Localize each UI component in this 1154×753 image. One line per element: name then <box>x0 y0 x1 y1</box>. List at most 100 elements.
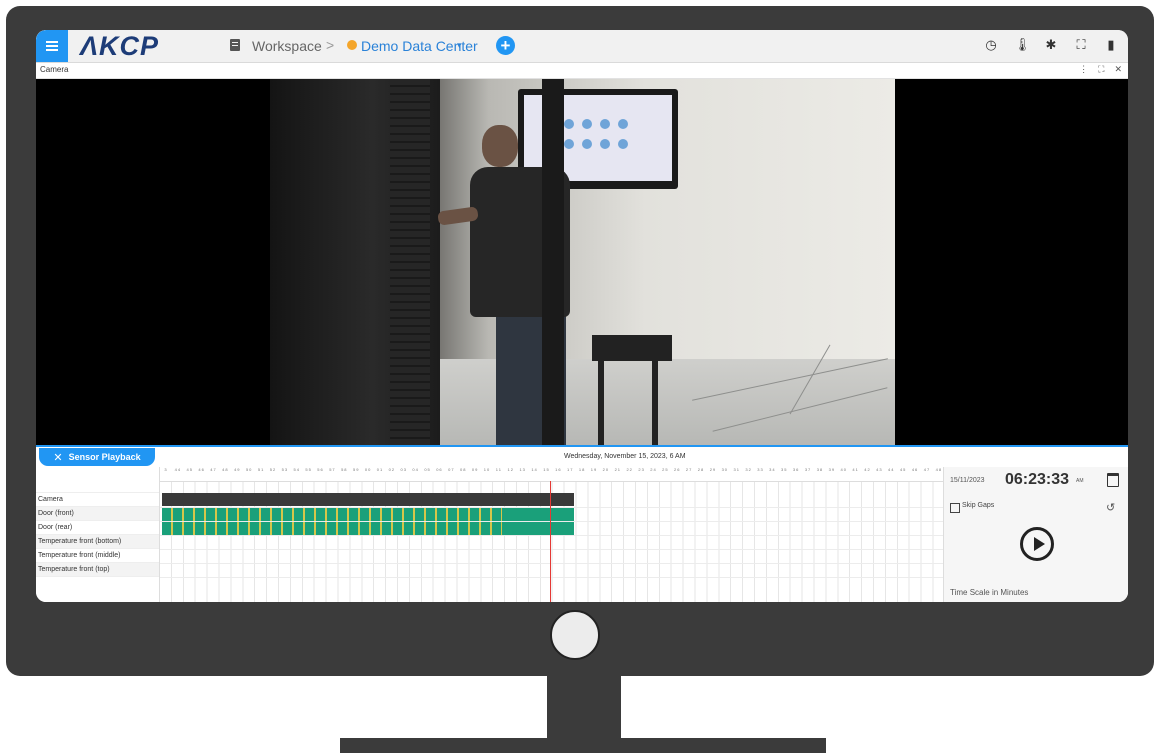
monitor-stand-base <box>340 738 826 753</box>
camera-pole <box>542 79 564 445</box>
breadcrumb-workspace[interactable]: Workspace <box>252 38 322 54</box>
video-frame <box>270 79 895 445</box>
minute-tick: 32 <box>745 467 752 472</box>
timeline-grid[interactable]: 3 44 45 46 47 48 49 50 51 52 53 54 55 56 57 58 59 00 01 02 0… <box>159 467 944 602</box>
minute-tick: 43 <box>876 467 883 472</box>
user-icon[interactable]: ▮ <box>1104 37 1118 53</box>
clock-icon[interactable]: ◷ <box>984 37 998 53</box>
camera-video[interactable] <box>36 79 1128 445</box>
screen: ΛKCP Workspace > Demo Data Center ▾ + ◷ … <box>36 30 1128 602</box>
person-head <box>482 125 518 167</box>
minute-tick: 49 <box>234 467 241 472</box>
play-button[interactable] <box>1020 527 1054 561</box>
playback-controls: 15/11/2023 06:23:33 AM Skip Gaps ↺ Time … <box>943 467 1128 602</box>
minute-tick: 30 <box>721 467 729 472</box>
camera-panel-header: Camera ⋮ ⛶ ✕ <box>36 63 1128 79</box>
expand-icon[interactable]: ⛶ <box>1098 64 1104 75</box>
monitor-stand-neck <box>547 676 621 740</box>
minute-tick: 21 <box>614 467 622 472</box>
minute-tick: 26 <box>674 467 681 472</box>
menu-button[interactable] <box>36 30 68 62</box>
add-button[interactable]: + <box>496 36 515 55</box>
cart-top <box>592 335 672 361</box>
bug-icon[interactable]: ✱ <box>1044 37 1058 53</box>
minute-tick: 31 <box>733 467 740 472</box>
chevron-down-icon[interactable]: ▾ <box>457 40 462 51</box>
minute-tick: 17 <box>567 467 574 472</box>
minute-tick: 10 <box>483 467 491 472</box>
minute-tick: 46 <box>911 467 919 472</box>
minute-tick: 08 <box>459 467 467 472</box>
playback-cursor[interactable] <box>550 481 551 602</box>
minute-tick: 00 <box>364 467 372 472</box>
door-front-events <box>162 508 502 521</box>
minute-tick: 39 <box>828 467 836 472</box>
minute-tick: 20 <box>602 467 610 472</box>
sensor-row-label[interactable]: Door (rear) <box>36 521 159 535</box>
breadcrumb-separator: > <box>326 37 335 53</box>
monitor-frame: ΛKCP Workspace > Demo Data Center ▾ + ◷ … <box>6 6 1154 676</box>
sensor-row-label[interactable]: Camera <box>36 493 159 507</box>
minute-tick: 3 <box>164 467 168 472</box>
sensor-playback-label: Sensor Playback <box>68 452 141 462</box>
tv-icon <box>582 119 592 129</box>
sensor-playback-tab[interactable]: ✕ Sensor Playback <box>39 448 155 466</box>
camera-panel-title: Camera <box>40 65 69 74</box>
fullscreen-icon[interactable]: ⛶ <box>1074 37 1088 53</box>
close-icon[interactable]: ✕ <box>1114 64 1122 75</box>
server-rack-door <box>390 79 430 445</box>
minute-tick: 34 <box>769 467 776 472</box>
logo: ΛKCP <box>80 31 160 61</box>
minute-tick: 05 <box>424 467 431 472</box>
grid-row-line <box>160 563 944 564</box>
sensor-row-label[interactable]: Temperature front (top) <box>36 563 159 577</box>
minute-tick: 42 <box>864 467 871 472</box>
minute-tick: 56 <box>317 467 324 472</box>
minute-tick: 14 <box>531 467 538 472</box>
sensor-row-label[interactable]: Temperature front (bottom) <box>36 535 159 549</box>
minute-tick: 46 <box>198 467 205 472</box>
top-icons: ◷ 🌡︎ ✱ ⛶ ▮ <box>984 37 1118 53</box>
history-icon[interactable]: ↺ <box>1106 501 1115 514</box>
playback-date[interactable]: 15/11/2023 <box>950 477 985 484</box>
minute-tick: 55 <box>305 467 312 472</box>
minute-tick: 58 <box>341 467 348 472</box>
time-scale-label[interactable]: Time Scale in Minutes <box>950 588 1028 597</box>
skip-gaps-checkbox[interactable] <box>950 503 960 513</box>
minute-tick: 45 <box>899 467 907 472</box>
playback-time[interactable]: 06:23:33 <box>1005 471 1069 489</box>
minute-tick: 29 <box>709 467 717 472</box>
tv-icon <box>564 139 574 149</box>
minute-tick: 38 <box>816 467 824 472</box>
minute-tick: 28 <box>697 467 705 472</box>
minute-tick: 22 <box>626 467 633 472</box>
minute-tick: 15 <box>543 467 550 472</box>
minute-tick: 35 <box>781 467 788 472</box>
grid-row-line <box>160 535 944 536</box>
minute-tick: 16 <box>555 467 562 472</box>
tv-icon <box>582 139 592 149</box>
thermometer-icon[interactable]: 🌡︎ <box>1014 37 1031 53</box>
minute-tick: 47 <box>923 467 931 472</box>
door-rear-events <box>162 522 502 535</box>
minute-tick: 40 <box>840 467 847 472</box>
minute-tick: 09 <box>471 467 479 472</box>
minute-tick: 54 <box>293 467 300 472</box>
workspace-icon <box>230 39 240 51</box>
minute-tick: 02 <box>388 467 396 472</box>
location-status-dot <box>347 40 357 50</box>
minute-tick: 27 <box>685 467 693 472</box>
calendar-icon[interactable] <box>1107 473 1119 487</box>
minute-tick: 18 <box>578 467 586 472</box>
minute-tick: 48 <box>222 467 229 472</box>
minute-tick: 52 <box>269 467 277 472</box>
more-icon[interactable]: ⋮ <box>1079 64 1088 75</box>
minute-tick: 47 <box>210 467 217 472</box>
sensor-row-label[interactable]: Temperature front (middle) <box>36 549 159 563</box>
tv-icon <box>564 119 574 129</box>
minute-tick: 01 <box>376 467 384 472</box>
sensor-row-label[interactable]: Door (front) <box>36 507 159 521</box>
skip-gaps-label: Skip Gaps <box>962 502 995 509</box>
close-icon[interactable]: ✕ <box>53 451 62 464</box>
camera-recording-bar[interactable] <box>162 493 574 506</box>
